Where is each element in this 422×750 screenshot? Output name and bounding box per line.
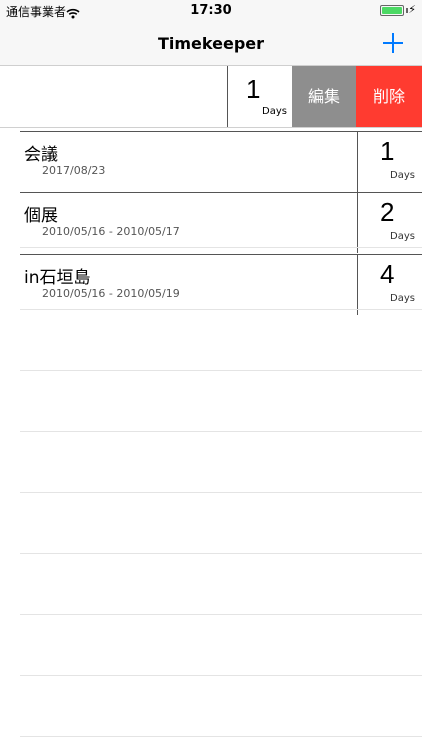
row-separator — [20, 309, 422, 310]
battery-level — [382, 7, 402, 14]
clock: 17:30 — [190, 3, 232, 18]
row-separator — [20, 553, 422, 554]
row-separator — [20, 614, 422, 615]
row-divider — [357, 193, 358, 253]
plus-icon — [383, 33, 403, 53]
row-separator — [20, 431, 422, 432]
row-separator — [20, 492, 422, 493]
edit-button[interactable]: 編集 — [292, 66, 356, 127]
row-divider — [357, 255, 358, 315]
days-count: 1 — [246, 74, 261, 104]
item-title: 会議 — [24, 145, 58, 165]
add-button[interactable] — [378, 28, 408, 58]
days-count: 2 — [380, 197, 395, 227]
row-separator — [20, 736, 422, 737]
row-separator — [20, 247, 422, 248]
item-title: in石垣島 — [24, 268, 91, 288]
days-label: Days — [390, 170, 415, 181]
item-date: 2017/08/23 — [42, 164, 106, 177]
list-item[interactable]: 個展 2010/05/16 - 2010/05/17 2 Days — [20, 192, 422, 253]
days-count: 1 — [380, 136, 395, 166]
days-label: Days — [390, 293, 415, 304]
status-bar: 通信事業者 17:30 ⚡ — [0, 0, 422, 22]
page-title: Timekeeper — [157, 34, 265, 53]
item-title: 個展 — [24, 206, 58, 226]
days-label: Days — [390, 231, 415, 242]
row-divider — [357, 132, 358, 192]
days-count: 4 — [380, 259, 395, 289]
swiped-row-content[interactable]: 1 Days — [0, 66, 292, 127]
charging-icon: ⚡ — [408, 3, 416, 16]
swiped-list-item[interactable]: 1 Days 編集 削除 — [0, 66, 422, 128]
list-item[interactable]: 会議 2017/08/23 1 Days — [20, 131, 422, 192]
item-date: 2010/05/16 - 2010/05/17 — [42, 225, 180, 238]
navigation-bar: Timekeeper — [0, 22, 422, 66]
battery-icon — [380, 5, 404, 16]
list-item[interactable]: in石垣島 2010/05/16 - 2010/05/19 4 Days — [20, 254, 422, 315]
row-separator — [20, 675, 422, 676]
item-date: 2010/05/16 - 2010/05/19 — [42, 287, 180, 300]
row-divider — [227, 66, 228, 127]
days-label: Days — [262, 106, 287, 117]
delete-button[interactable]: 削除 — [356, 66, 422, 127]
row-separator — [20, 370, 422, 371]
